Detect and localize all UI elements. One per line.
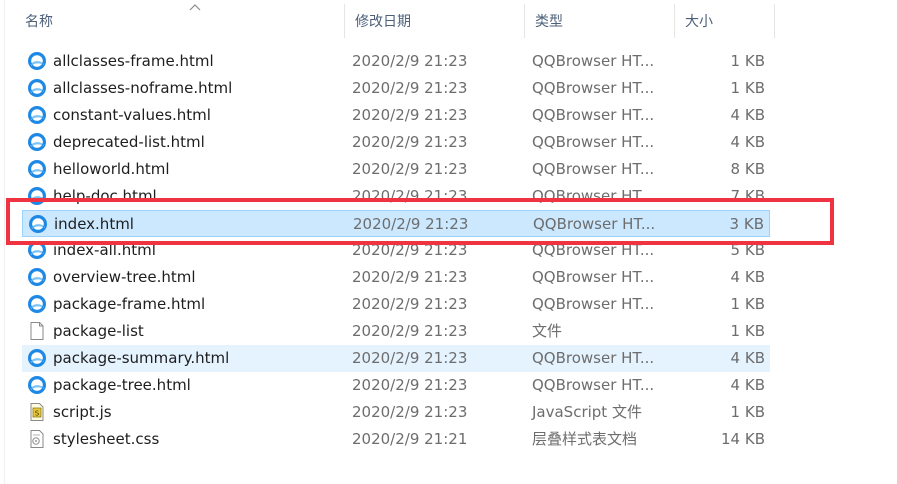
file-row[interactable]: index.html 2020/2/9 21:23 QQBrowser HT... 3…: [22, 210, 770, 237]
file-modified-date: 2020/2/9 21:23: [352, 241, 468, 259]
file-type: QQBrowser HT...: [532, 268, 655, 286]
file-modified-date: 2020/2/9 21:23: [352, 403, 468, 421]
browser-file-icon: [27, 132, 47, 152]
file-row[interactable]: allclasses-noframe.html 2020/2/9 21:23 QQB…: [22, 75, 770, 102]
file-size: 4 KB: [730, 376, 765, 394]
file-type: QQBrowser HT...: [532, 52, 655, 70]
file-type: QQBrowser HT...: [532, 376, 655, 394]
file-size: 1 KB: [730, 52, 765, 70]
file-name: constant-values.html: [53, 106, 211, 124]
file-type: QQBrowser HT...: [532, 106, 655, 124]
column-header-size[interactable]: 大小: [674, 0, 774, 38]
file-name: package-frame.html: [53, 295, 206, 313]
browser-file-icon: [27, 240, 47, 260]
file-modified-date: 2020/2/9 21:23: [352, 349, 468, 367]
file-size: 1 KB: [730, 403, 765, 421]
file-row[interactable]: package-summary.html 2020/2/9 21:23 QQBrow…: [22, 345, 770, 372]
file-name: stylesheet.css: [53, 430, 160, 448]
file-size: 7 KB: [730, 187, 765, 205]
file-size: 8 KB: [730, 160, 765, 178]
file-size: 4 KB: [730, 133, 765, 151]
browser-file-icon: [27, 78, 47, 98]
file-type: JavaScript 文件: [532, 403, 642, 421]
column-divider[interactable]: [774, 4, 775, 38]
file-modified-date: 2020/2/9 21:21: [352, 430, 468, 448]
file-name: index-all.html: [53, 241, 156, 259]
file-row[interactable]: overview-tree.html 2020/2/9 21:23 QQBrowse…: [22, 264, 770, 291]
file-row[interactable]: package-tree.html 2020/2/9 21:23 QQBrowser…: [22, 372, 770, 399]
script-file-icon: S: [27, 402, 47, 422]
file-size: 1 KB: [730, 295, 765, 313]
file-size: 1 KB: [730, 322, 765, 340]
file-row[interactable]: help-doc.html 2020/2/9 21:23 QQBrowser HT.…: [22, 183, 770, 210]
file-type: QQBrowser HT...: [532, 295, 655, 313]
file-row[interactable]: allclasses-frame.html 2020/2/9 21:23 QQBro…: [22, 48, 770, 75]
file-name: allclasses-frame.html: [53, 52, 214, 70]
file-name: package-tree.html: [53, 376, 191, 394]
browser-file-icon: [27, 159, 47, 179]
column-header-type[interactable]: 类型: [524, 0, 674, 38]
column-header-row: 名称 修改日期 类型 大小: [14, 0, 776, 38]
file-type: QQBrowser HT...: [532, 241, 655, 259]
file-name: helloworld.html: [53, 160, 170, 178]
file-row[interactable]: Sscript.js 2020/2/9 21:23 JavaScript 文件 1 K…: [22, 399, 770, 426]
browser-file-icon: [27, 105, 47, 125]
file-type: QQBrowser HT...: [532, 160, 655, 178]
file-row[interactable]: stylesheet.css 2020/2/9 21:21 层叠样式表文档 14 KB: [22, 426, 770, 453]
file-size: 3 KB: [729, 215, 764, 233]
file-modified-date: 2020/2/9 21:23: [352, 322, 468, 340]
file-size: 4 KB: [730, 106, 765, 124]
file-list: allclasses-frame.html 2020/2/9 21:23 QQBro…: [22, 48, 770, 453]
browser-file-icon: [27, 186, 47, 206]
file-modified-date: 2020/2/9 21:23: [352, 106, 468, 124]
file-name: package-summary.html: [53, 349, 230, 367]
file-row[interactable]: index-all.html 2020/2/9 21:23 QQBrowser HT…: [22, 237, 770, 264]
column-header-modified[interactable]: 修改日期: [344, 0, 524, 38]
file-type: 层叠样式表文档: [532, 430, 638, 448]
file-row[interactable]: package-list 2020/2/9 21:23 文件 1 KB: [22, 318, 770, 345]
file-modified-date: 2020/2/9 21:23: [352, 133, 468, 151]
file-type: QQBrowser HT...: [533, 215, 656, 233]
file-row[interactable]: helloworld.html 2020/2/9 21:23 QQBrowser H…: [22, 156, 770, 183]
file-name: script.js: [53, 403, 112, 421]
file-modified-date: 2020/2/9 21:23: [352, 268, 468, 286]
browser-file-icon: [27, 51, 47, 71]
left-pane-edge: [0, 0, 5, 484]
file-type: 文件: [532, 322, 563, 340]
blank-file-icon: [27, 321, 47, 341]
file-type: QQBrowser HT...: [532, 187, 655, 205]
file-name: overview-tree.html: [53, 268, 196, 286]
file-size: 1 KB: [730, 79, 765, 97]
file-type: QQBrowser HT...: [532, 349, 655, 367]
css-file-icon: [27, 429, 47, 449]
file-name: help-doc.html: [53, 187, 157, 205]
file-row[interactable]: deprecated-list.html 2020/2/9 21:23 QQBrow…: [22, 129, 770, 156]
file-size: 4 KB: [730, 349, 765, 367]
column-header-name[interactable]: 名称: [14, 0, 344, 38]
file-name: allclasses-noframe.html: [53, 79, 233, 97]
browser-file-icon: [27, 348, 47, 368]
file-row[interactable]: package-frame.html 2020/2/9 21:23 QQBrowse…: [22, 291, 770, 318]
file-modified-date: 2020/2/9 21:23: [352, 52, 468, 70]
browser-file-icon: [27, 267, 47, 287]
file-size: 14 KB: [721, 430, 765, 448]
browser-file-icon: [28, 214, 48, 234]
browser-file-icon: [27, 294, 47, 314]
file-modified-date: 2020/2/9 21:23: [352, 376, 468, 394]
file-type: QQBrowser HT...: [532, 133, 655, 151]
file-size: 5 KB: [730, 241, 765, 259]
file-modified-date: 2020/2/9 21:23: [353, 215, 469, 233]
file-name: deprecated-list.html: [53, 133, 205, 151]
file-modified-date: 2020/2/9 21:23: [352, 79, 468, 97]
file-name: package-list: [53, 322, 144, 340]
file-modified-date: 2020/2/9 21:23: [352, 187, 468, 205]
svg-text:S: S: [35, 410, 40, 418]
file-size: 4 KB: [730, 268, 765, 286]
file-type: QQBrowser HT...: [532, 79, 655, 97]
browser-file-icon: [27, 375, 47, 395]
file-modified-date: 2020/2/9 21:23: [352, 160, 468, 178]
file-row[interactable]: constant-values.html 2020/2/9 21:23 QQBrow…: [22, 102, 770, 129]
file-name: index.html: [54, 215, 134, 233]
file-modified-date: 2020/2/9 21:23: [352, 295, 468, 313]
